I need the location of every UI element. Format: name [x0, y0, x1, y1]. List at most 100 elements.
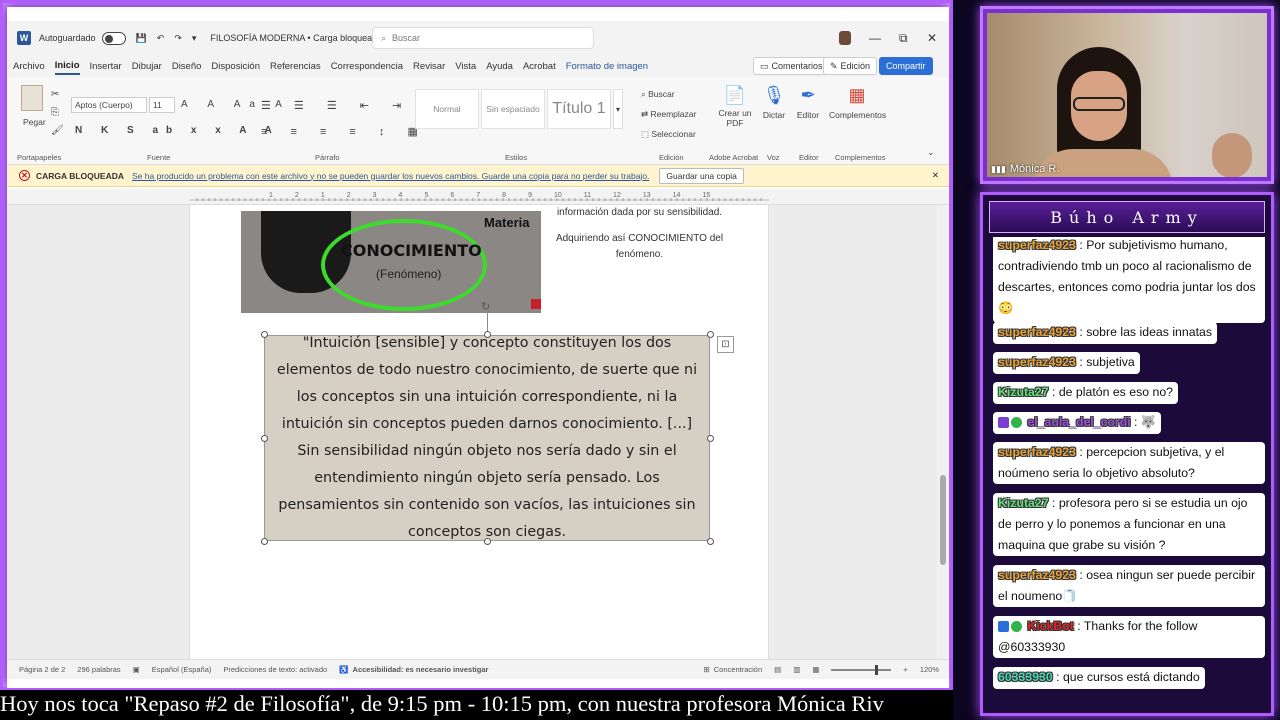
tab-archivo[interactable]: Archivo — [13, 59, 45, 74]
status-language[interactable]: Español (España) — [152, 665, 212, 674]
addins-button[interactable]: ▦ Complementos — [829, 85, 886, 120]
resize-handle[interactable] — [707, 331, 714, 338]
resize-handle[interactable] — [261, 538, 268, 545]
autosave[interactable]: Autoguardado — [39, 31, 126, 45]
tab-disposicion[interactable]: Disposición — [211, 59, 260, 74]
rotate-handle-icon[interactable]: ↻ — [481, 300, 490, 313]
resize-handle[interactable] — [261, 435, 268, 442]
tab-diseno[interactable]: Diseño — [172, 59, 202, 74]
focus-icon[interactable]: ⊞ — [703, 665, 709, 674]
chat-username[interactable]: superfaz4923 — [998, 238, 1076, 252]
cut-icon[interactable]: ✂ — [51, 89, 59, 100]
share-button[interactable]: Compartir — [879, 57, 933, 75]
save-copy-button[interactable]: Guardar una copia — [659, 167, 744, 184]
status-accessibility[interactable]: Accesibilidad: es necesario investigar — [353, 665, 489, 674]
close-icon[interactable]: ✕ — [927, 21, 937, 55]
resize-handle[interactable] — [707, 538, 714, 545]
ruler-mark: 8 — [502, 192, 507, 199]
font-name-select[interactable]: Aptos (Cuerpo) — [71, 97, 147, 113]
chat-username[interactable]: superfaz4923 — [998, 568, 1076, 582]
status-zoom[interactable]: 120% — [920, 665, 939, 674]
style-title1[interactable]: Título 1 — [547, 89, 611, 129]
account-avatar[interactable] — [839, 21, 851, 55]
search-box[interactable]: ⌕ Buscar — [372, 27, 594, 49]
chat-username[interactable]: Kizuta27 — [998, 496, 1049, 510]
scroll-thumb[interactable] — [940, 475, 946, 565]
status-words[interactable]: 296 palabras — [77, 665, 120, 674]
tab-correspondencia[interactable]: Correspondencia — [331, 59, 403, 74]
web-layout-icon[interactable]: ▦ — [812, 665, 819, 674]
proofing-icon[interactable]: ▣ — [133, 665, 140, 674]
autosave-label: Autoguardado — [39, 33, 96, 43]
restore-icon[interactable]: ⧉ — [899, 21, 908, 55]
copy-icon[interactable]: ⎘ — [51, 107, 59, 118]
chat-username[interactable]: superfaz4923 — [998, 445, 1076, 459]
tab-inicio[interactable]: Inicio — [54, 58, 80, 75]
warning-close-icon[interactable]: ✕ — [932, 170, 939, 181]
paste-label[interactable]: Pegar — [23, 117, 46, 127]
status-focus[interactable]: Concentración — [714, 665, 762, 674]
save-icon[interactable]: 💾 — [136, 33, 147, 44]
replace-button[interactable]: ⇄ Reemplazar — [641, 109, 696, 120]
tab-ayuda[interactable]: Ayuda — [486, 59, 513, 74]
document-title[interactable]: FILOSOFÍA MODERNA • Carga bloqueada — [210, 33, 382, 43]
group-label-voz: Voz — [767, 153, 780, 162]
style-nospace[interactable]: Sin espaciado — [481, 89, 545, 129]
chat-username[interactable]: 60333930 — [998, 670, 1053, 684]
accessibility-icon[interactable]: ♿ — [339, 665, 348, 674]
tab-dibujar[interactable]: Dibujar — [132, 59, 162, 74]
ticker-text: Hoy nos toca "Repaso #2 de Filosofía", d… — [0, 691, 884, 716]
status-page[interactable]: Página 2 de 2 — [19, 665, 65, 674]
resize-handle[interactable] — [261, 331, 268, 338]
vertical-scrollbar[interactable] — [937, 205, 949, 659]
editor-button[interactable]: ✒ Editor — [793, 85, 823, 120]
font-style-buttons[interactable]: N K S ab x x A A — [75, 125, 280, 136]
chat-username[interactable]: el_aula_del_cordi — [1027, 415, 1130, 429]
camera-name: Mónica R. — [1009, 163, 1060, 175]
comments-button[interactable]: ▭ Comentarios — [753, 57, 830, 75]
zoom-in-icon[interactable]: + — [903, 665, 907, 674]
tab-formato-imagen[interactable]: Formato de imagen — [566, 59, 648, 74]
chat-username[interactable]: Kizuta27 — [998, 385, 1049, 399]
warning-message[interactable]: Se ha producido un problema con este arc… — [132, 171, 649, 181]
kant-quote-image[interactable]: "Intuición [sensible] y concepto constit… — [264, 335, 710, 541]
chat-username[interactable]: superfaz4923 — [998, 325, 1076, 339]
ruler-numbers: 1 2 1 2 3 4 5 6 7 8 9 10 11 12 13 14 15 — [269, 192, 710, 199]
resize-handle[interactable] — [484, 538, 491, 545]
ruler-mark: 6 — [450, 192, 455, 199]
autosave-toggle[interactable] — [101, 31, 126, 45]
document-page[interactable]: Materia CONOCIMIENTO (Fenómeno) informac… — [189, 205, 769, 659]
tab-acrobat[interactable]: Acrobat — [523, 59, 556, 74]
knowledge-diagram-image[interactable]: Materia CONOCIMIENTO (Fenómeno) — [241, 211, 541, 313]
layout-options-icon[interactable]: ⊡ — [717, 336, 734, 353]
styles-more-icon[interactable]: ▾ — [613, 89, 623, 129]
create-pdf-button[interactable]: 📄 Crear un PDF — [715, 85, 755, 128]
zoom-slider[interactable] — [831, 664, 892, 675]
redo-icon[interactable]: ↷ — [174, 33, 182, 44]
find-button[interactable]: ⌕ Buscar — [641, 89, 675, 100]
status-predictions[interactable]: Predicciones de texto: activado — [223, 665, 327, 674]
align-buttons[interactable]: ≡ ≡ ≡ ≡ ↕ ▦ — [261, 125, 428, 138]
chat-username[interactable]: superfaz4923 — [998, 355, 1076, 369]
chat-username[interactable]: KickBot — [1027, 619, 1073, 633]
format-painter-icon[interactable]: 🖌 — [51, 125, 64, 136]
select-button[interactable]: ⬚ Seleccionar — [641, 129, 696, 140]
tab-insertar[interactable]: Insertar — [90, 59, 122, 74]
style-normal[interactable]: Normal — [415, 89, 479, 129]
dictate-button[interactable]: 🎙 Dictar — [759, 85, 789, 120]
paste-icon[interactable] — [21, 85, 43, 111]
font-size-select[interactable]: 11 — [149, 97, 175, 113]
tab-referencias[interactable]: Referencias — [270, 59, 321, 74]
resize-handle[interactable] — [484, 331, 491, 338]
resize-handle[interactable] — [707, 435, 714, 442]
minimize-icon[interactable]: — — [869, 21, 881, 55]
tab-vista[interactable]: Vista — [455, 59, 476, 74]
customize-qat-icon[interactable]: ▾ — [192, 33, 197, 44]
chat-text: sobre las ideas innatas — [1086, 325, 1212, 339]
print-layout-icon[interactable]: ▥ — [793, 665, 800, 674]
edit-mode-button[interactable]: ✎ Edición — [823, 57, 878, 75]
ribbon-collapse-icon[interactable]: ⌄ — [927, 147, 935, 158]
tab-revisar[interactable]: Revisar — [413, 59, 445, 74]
read-mode-icon[interactable]: ▤ — [774, 665, 781, 674]
undo-icon[interactable]: ↶ — [157, 33, 165, 44]
